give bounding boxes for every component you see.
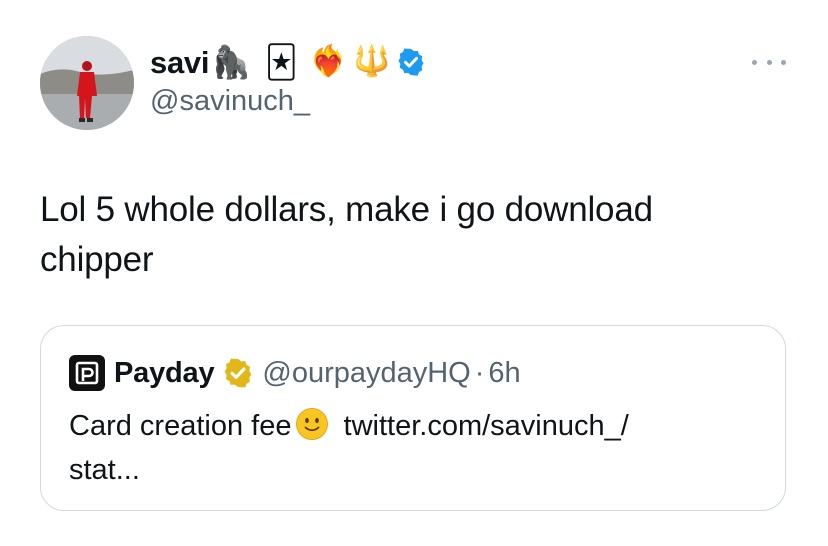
slightly-smiling-face-icon	[296, 408, 329, 440]
more-options-icon[interactable]	[752, 52, 786, 72]
author-display-name[interactable]: savi	[150, 47, 209, 78]
trident-emoji: 🔱	[353, 44, 391, 79]
joker-card-emoji: 🃏	[264, 43, 298, 81]
quoted-author-handle[interactable]: @ourpaydayHQ	[262, 357, 470, 390]
author-name-row: savi 🦍 🃏 ❤️‍🔥 🔱	[150, 40, 426, 84]
quoted-tweet-header: Payday @ourpaydayHQ · 6h	[69, 354, 521, 392]
tweet-text-line: chipper	[40, 240, 154, 279]
avatar-photo	[40, 36, 134, 130]
quoted-text-link[interactable]: twitter.com/savinuch_/	[335, 410, 629, 442]
tweet-text: Lol 5 whole dollars, make i go download …	[40, 185, 800, 285]
payday-logo-glyph	[75, 361, 99, 385]
author-avatar[interactable]	[40, 36, 134, 130]
more-dot	[781, 59, 786, 65]
quoted-tweet-time[interactable]: 6h	[488, 357, 520, 390]
gold-verified-badge-icon	[225, 358, 252, 388]
quoted-author-name[interactable]: Payday	[114, 357, 215, 390]
more-dot	[766, 59, 772, 65]
tweet-text-line: Lol 5 whole dollars, make i go download	[40, 190, 653, 229]
payday-logo-icon[interactable]	[69, 355, 105, 391]
heart-on-fire-emoji: ❤️‍🔥	[309, 44, 348, 79]
separator-dot: ·	[474, 356, 485, 389]
more-dot	[752, 59, 757, 65]
quoted-tweet-text: Card creation fee twitter.com/savinuch_/…	[69, 404, 769, 492]
quoted-tweet-card[interactable]: Payday @ourpaydayHQ · 6h Card creation f…	[40, 325, 786, 511]
gorilla-emoji: 🦍	[211, 43, 251, 81]
quoted-text-start: Card creation fee	[69, 410, 292, 442]
author-handle[interactable]: @savinuch_	[150, 85, 310, 118]
quoted-text-truncated: stat...	[69, 454, 140, 486]
verified-badge-icon	[398, 48, 424, 76]
